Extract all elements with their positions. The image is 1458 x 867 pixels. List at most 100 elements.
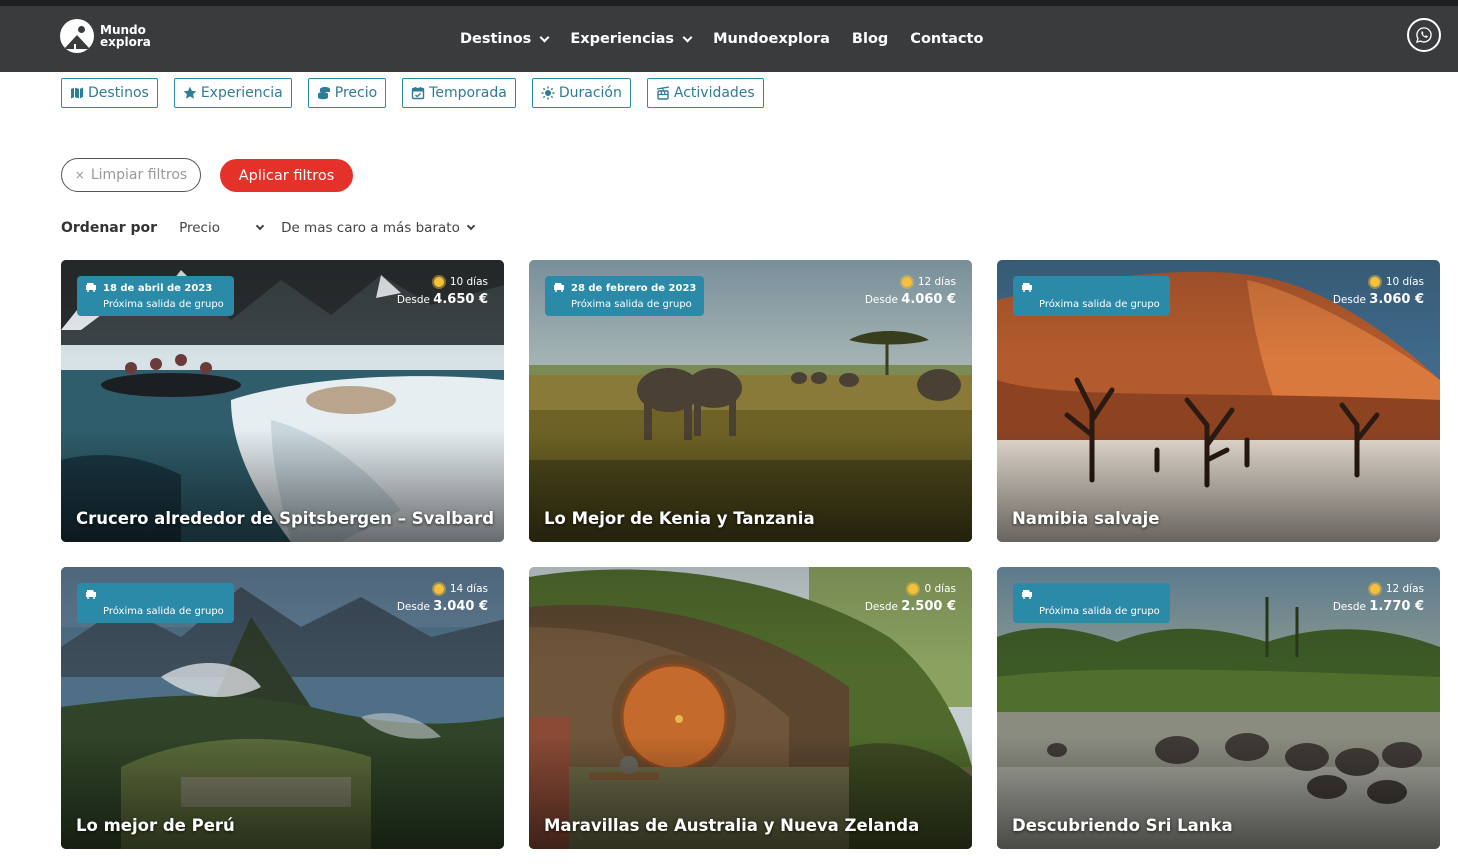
departure-label: Próxima salida de grupo [1039, 606, 1160, 617]
nav-mundoexplora[interactable]: Mundoexplora [713, 31, 830, 47]
filter-precio[interactable]: Precio [307, 78, 387, 108]
departure-badge: Próxima salida de grupo [1013, 583, 1170, 623]
clear-filters-button[interactable]: × Limpiar filtros [61, 158, 201, 192]
trip-days: 10 días [449, 276, 488, 288]
filter-duracion[interactable]: Duración [531, 78, 631, 108]
logo-text: Mundo explora [100, 23, 151, 49]
departure-date [85, 588, 226, 604]
main-nav: Destinos Experiencias Mundoexplora Blog … [460, 6, 983, 72]
apply-filters-button[interactable]: Aplicar filtros [220, 159, 353, 192]
nav-experiencias[interactable]: Experiencias [570, 31, 693, 47]
nav-blog[interactable]: Blog [852, 31, 888, 47]
sun-icon [433, 584, 444, 594]
price-prefix: Desde [1332, 601, 1366, 613]
trip-title: Lo Mejor de Kenia y Tanzania [544, 509, 815, 528]
departure-date [1021, 588, 1162, 604]
trip-card[interactable]: 28 de febrero de 2023 Próxima salida de … [529, 260, 972, 542]
departure-badge: Próxima salida de grupo [1013, 276, 1170, 316]
apply-filters-label: Aplicar filtros [238, 167, 335, 184]
filter-actividades[interactable]: Actividades [646, 78, 764, 108]
card-info: 10 días Desde 3.060 € [1333, 276, 1424, 307]
bus-icon [554, 283, 564, 292]
trip-title: Maravillas de Australia y Nueva Zelanda [544, 816, 920, 835]
price-prefix: Desde [864, 294, 898, 306]
sort-bar: Ordenar por Precio De mas caro a más bar… [61, 220, 476, 236]
departure-date: 18 de abril de 2023 [103, 283, 213, 294]
trip-card[interactable]: Próxima salida de grupo 12 días Desde 1.… [997, 567, 1440, 849]
card-info: 12 días Desde 1.770 € [1333, 583, 1424, 614]
card-info: 12 días Desde 4.060 € [865, 276, 956, 307]
trip-card[interactable]: Próxima salida de grupo 14 días Desde 3.… [61, 567, 504, 849]
trip-days: 12 días [917, 276, 956, 288]
chevron-down-icon [466, 221, 476, 231]
sort-order-select[interactable]: De mas caro a más barato [281, 220, 476, 236]
departure-badge: 18 de abril de 2023 Próxima salida de gr… [77, 276, 234, 316]
sort-label: Ordenar por [61, 220, 158, 236]
sort-field-select[interactable]: Precio [179, 220, 265, 236]
bus-icon [86, 590, 96, 599]
price-prefix: Desde [396, 601, 430, 613]
logo-mark-icon [60, 19, 94, 53]
whatsapp-button[interactable] [1407, 18, 1441, 52]
trip-days: 10 días [1385, 276, 1424, 288]
trip-days: 0 días [924, 583, 956, 595]
trip-card[interactable]: Próxima salida de grupo 10 días Desde 3.… [997, 260, 1440, 542]
chevron-down-icon [255, 221, 265, 231]
trip-card[interactable]: 18 de abril de 2023 Próxima salida de gr… [61, 260, 504, 542]
chevron-down-icon [682, 32, 693, 42]
filter-chips: Destinos Experiencia Precio Temporada Du… [61, 78, 764, 108]
price-prefix: Desde [396, 294, 430, 306]
map-icon [70, 86, 84, 100]
filter-destinos[interactable]: Destinos [61, 78, 158, 108]
bus-icon [86, 283, 96, 292]
trip-price: 3.040 € [433, 599, 488, 614]
filter-temporada[interactable]: Temporada [402, 78, 516, 108]
sun-icon [1369, 277, 1380, 287]
sort-field-value: Precio [179, 220, 220, 236]
trip-price: 4.650 € [433, 292, 488, 307]
trip-price: 1.770 € [1369, 599, 1424, 614]
departure-label: Próxima salida de grupo [1039, 299, 1160, 310]
clear-filters-label: Limpiar filtros [90, 167, 188, 183]
trip-title: Lo mejor de Perú [76, 816, 235, 835]
nav-contacto[interactable]: Contacto [910, 31, 983, 47]
sun-icon [901, 277, 912, 287]
sun-icon [433, 277, 444, 287]
sun-icon [908, 584, 919, 594]
trip-days: 14 días [449, 583, 488, 595]
nav-destinos[interactable]: Destinos [460, 31, 550, 47]
chevron-down-icon [539, 32, 550, 42]
trip-days: 12 días [1385, 583, 1424, 595]
card-info: 0 días Desde 2.500 € [865, 583, 956, 614]
sun-icon [541, 86, 555, 100]
departure-label: Próxima salida de grupo [103, 606, 224, 617]
trip-title: Descubriendo Sri Lanka [1012, 816, 1233, 835]
departure-label: Próxima salida de grupo [571, 299, 692, 310]
card-info: 10 días Desde 4.650 € [397, 276, 488, 307]
departure-date [1021, 281, 1162, 297]
card-info: 14 días Desde 3.040 € [397, 583, 488, 614]
star-icon [183, 86, 197, 100]
sun-icon [1369, 584, 1380, 594]
trip-card[interactable]: 0 días Desde 2.500 € Maravillas de Austr… [529, 567, 972, 849]
price-prefix: Desde [1332, 294, 1366, 306]
bus-icon [1022, 590, 1032, 599]
trip-title: Crucero alrededor de Spitsbergen – Svalb… [76, 509, 495, 528]
departure-badge: Próxima salida de grupo [77, 583, 234, 623]
filter-experiencia[interactable]: Experiencia [173, 78, 292, 108]
logo-pin-icon [74, 44, 76, 49]
trip-price: 4.060 € [901, 292, 956, 307]
trip-price: 2.500 € [901, 599, 956, 614]
whatsapp-icon [1415, 27, 1432, 44]
trip-title: Namibia salvaje [1012, 509, 1160, 528]
close-icon: × [74, 168, 85, 182]
departure-date: 28 de febrero de 2023 [571, 283, 697, 294]
sort-order-value: De mas caro a más barato [281, 220, 460, 236]
departure-label: Próxima salida de grupo [103, 299, 224, 310]
coins-icon [317, 86, 331, 100]
gondola-icon [656, 86, 670, 100]
price-prefix: Desde [864, 601, 898, 613]
bus-icon [1022, 283, 1032, 292]
trip-price: 3.060 € [1369, 292, 1424, 307]
departure-badge: 28 de febrero de 2023 Próxima salida de … [545, 276, 705, 316]
